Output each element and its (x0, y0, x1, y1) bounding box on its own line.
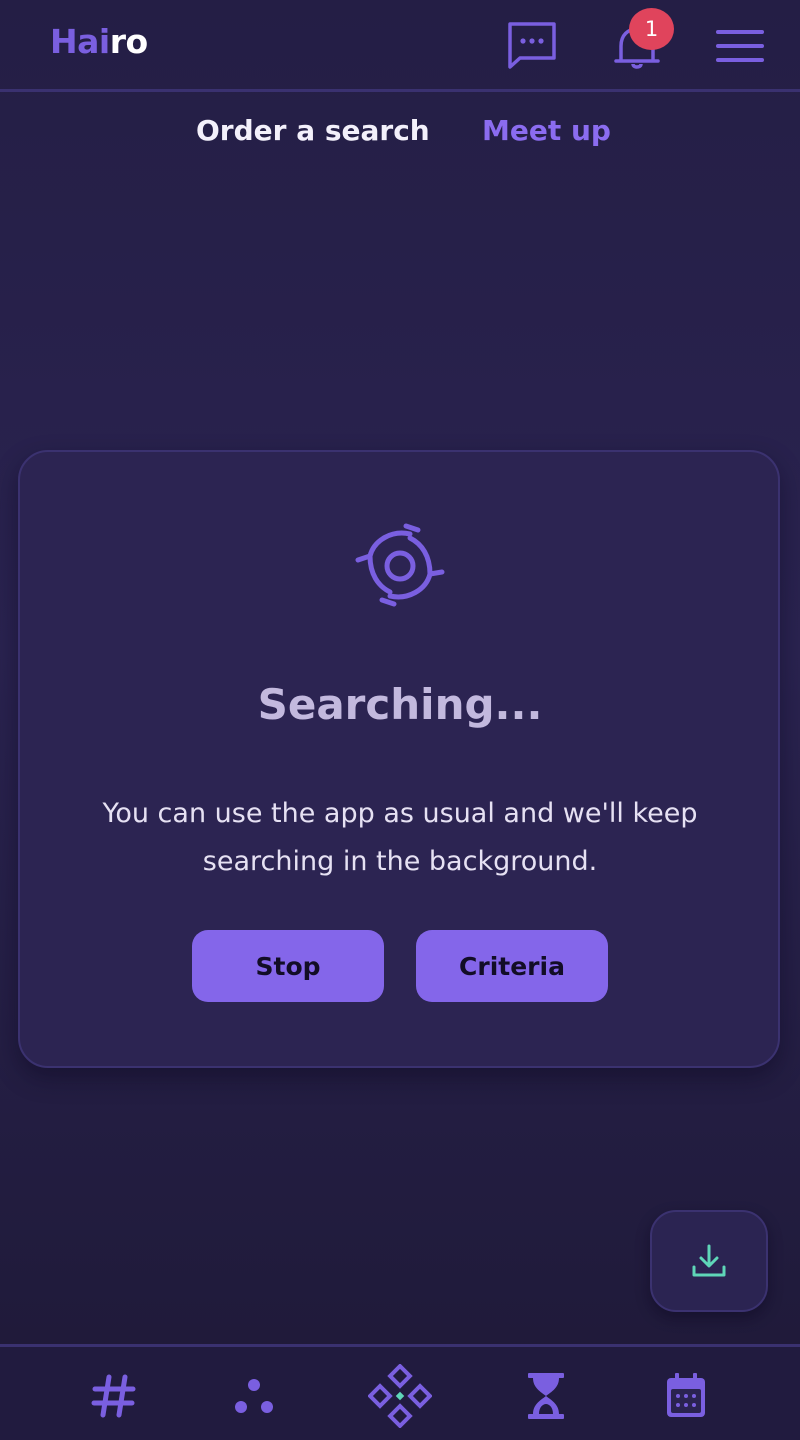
searching-title: Searching... (257, 680, 543, 729)
menu-button[interactable] (716, 28, 764, 64)
radar-search-icon (355, 523, 445, 607)
notification-badge: 1 (629, 8, 674, 50)
nav-item-hashtag[interactable] (79, 1361, 149, 1431)
hourglass-icon (528, 1373, 564, 1419)
app-logo[interactable]: Hairo (50, 22, 148, 61)
stop-button[interactable]: Stop (192, 930, 384, 1002)
chat-button[interactable] (506, 20, 558, 70)
tab-order-a-search[interactable]: Order a search (196, 114, 430, 147)
dots-icon (235, 1379, 273, 1413)
logo-part-1: Hai (50, 22, 110, 61)
download-button[interactable] (650, 1210, 768, 1312)
logo-part-2: ro (109, 22, 148, 61)
searching-description: You can use the app as usual and we'll k… (102, 798, 698, 877)
criteria-button[interactable]: Criteria (416, 930, 608, 1002)
diamond-grid-icon (368, 1364, 432, 1428)
chat-icon (508, 22, 556, 69)
nav-item-hourglass[interactable] (511, 1361, 581, 1431)
app-header: Hairo (0, 0, 800, 92)
calendar-icon (667, 1373, 705, 1417)
tab-meet-up[interactable]: Meet up (482, 114, 611, 147)
bottom-navigation (0, 1344, 800, 1440)
nav-item-calendar[interactable] (651, 1361, 721, 1431)
hashtag-icon (91, 1374, 136, 1418)
nav-item-home[interactable] (365, 1361, 435, 1431)
nav-item-dots[interactable] (219, 1361, 289, 1431)
hamburger-menu-icon (716, 30, 764, 62)
download-icon (692, 1244, 726, 1277)
